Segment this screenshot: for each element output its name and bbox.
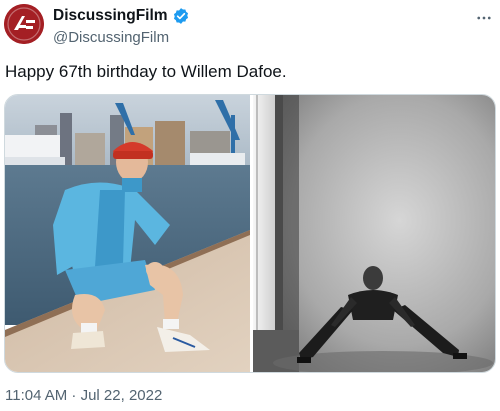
photo-bw-portrait[interactable] xyxy=(253,95,495,372)
tweet-timestamp[interactable]: 11:04 AM · Jul 22, 2022 xyxy=(5,386,162,406)
verified-badge-icon[interactable] xyxy=(172,7,190,25)
author-handle[interactable]: @DiscussingFilm xyxy=(53,28,190,48)
author-names: DiscussingFilm @DiscussingFilm xyxy=(53,6,190,48)
more-options-icon[interactable] xyxy=(474,8,494,28)
media-grid xyxy=(4,94,496,373)
display-name[interactable]: DiscussingFilm xyxy=(53,7,168,25)
photo-color-portrait[interactable] xyxy=(5,95,250,372)
discussingfilm-logo-icon xyxy=(4,4,44,44)
tweet-header: DiscussingFilm @DiscussingFilm xyxy=(0,0,500,60)
tweet-text: Happy 67th birthday to Willem Dafoe. xyxy=(5,62,287,81)
avatar[interactable] xyxy=(4,4,44,44)
